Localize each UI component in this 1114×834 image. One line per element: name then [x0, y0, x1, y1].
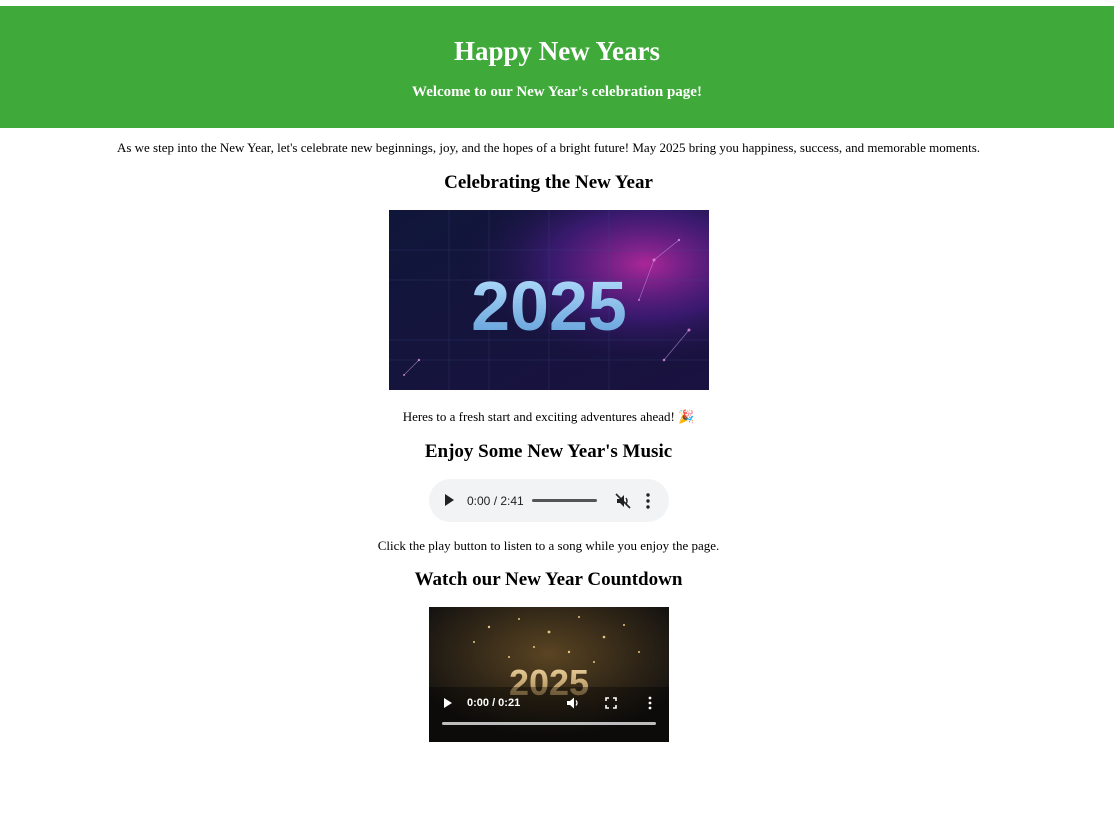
- page-header: Happy New Years Welcome to our New Year'…: [0, 6, 1114, 128]
- muted-speaker-icon[interactable]: [615, 493, 631, 509]
- image-year-text: 2025: [471, 267, 627, 345]
- play-icon[interactable]: [445, 494, 454, 506]
- countdown-heading: Watch our New Year Countdown: [414, 569, 683, 590]
- audio-progress-slider[interactable]: [532, 499, 597, 502]
- intro-paragraph: As we step into the New Year, let's cele…: [116, 140, 981, 155]
- video-progress-slider[interactable]: [442, 722, 656, 725]
- fullscreen-icon[interactable]: [604, 696, 618, 710]
- video-controls: 0:00 / 0:21: [429, 607, 669, 742]
- new-year-image: 2025: [389, 210, 709, 390]
- image-caption: Heres to a fresh start and exciting adve…: [402, 409, 695, 424]
- celebrating-heading: Celebrating the New Year: [444, 172, 653, 193]
- more-vertical-icon[interactable]: [641, 492, 655, 510]
- audio-player[interactable]: 0:00 / 2:41: [429, 479, 669, 522]
- page-subtitle: Welcome to our New Year's celebration pa…: [412, 84, 702, 100]
- page-title: Happy New Years: [454, 36, 660, 66]
- speaker-icon[interactable]: [566, 696, 580, 710]
- play-icon[interactable]: [444, 698, 452, 708]
- countdown-video[interactable]: 2025 0:00 / 0:21: [429, 607, 669, 742]
- page: Happy New Years Welcome to our New Year'…: [0, 0, 1114, 834]
- audio-time: 0:00 / 2:41: [467, 494, 524, 508]
- music-caption: Click the play button to listen to a son…: [377, 538, 720, 553]
- more-vertical-icon[interactable]: [645, 696, 655, 710]
- video-time: 0:00 / 0:21: [467, 697, 521, 709]
- music-heading: Enjoy Some New Year's Music: [424, 441, 673, 462]
